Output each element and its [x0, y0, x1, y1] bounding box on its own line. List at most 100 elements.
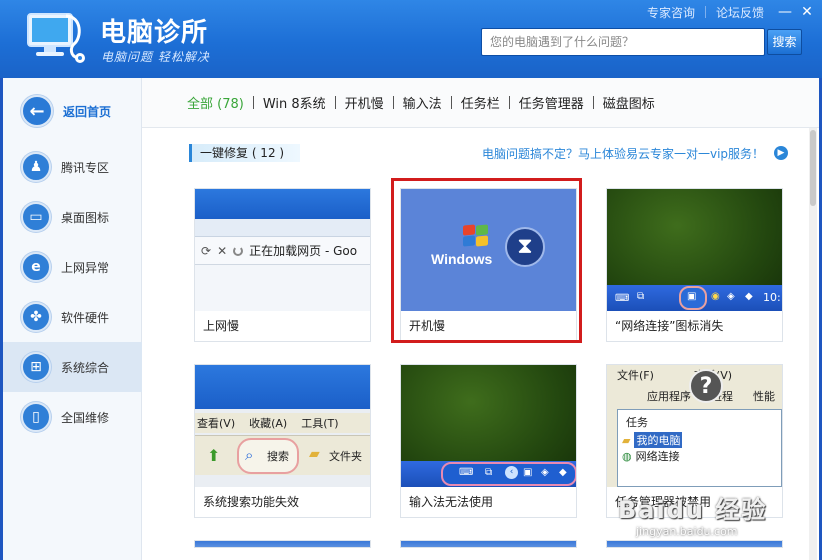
shield-icon: ◈: [541, 467, 549, 478]
tab-disk-icons[interactable]: 磁盘图标: [594, 93, 664, 112]
sidebar-item-home[interactable]: ← 返回首页: [3, 86, 142, 136]
up-folder-icon: ⬆: [207, 446, 221, 465]
category-tabs: 全部 (78) Win 8系统 开机慢 输入法 任务栏 任务管理器 磁盘图标: [142, 78, 819, 128]
fix-card-input-method[interactable]: ⌨ ⧉ ‹ ▣ ◈ ◆ 输入法无法使用: [400, 364, 577, 518]
sidebar-item-label: 腾讯专区: [61, 160, 110, 175]
search-label: 搜索: [267, 450, 289, 463]
card-thumbnail: ⌨ ⧉ ▣ ◉ ◈ ◆ 10:: [607, 189, 782, 311]
window-icon: ⧉: [485, 467, 493, 478]
taskbar: ⌨ ⧉ ▣ ◉ ◈ ◆ 10:: [607, 285, 782, 311]
tab-win8[interactable]: Win 8系统: [254, 93, 335, 112]
tab-taskbar[interactable]: 任务栏: [452, 93, 509, 112]
vertical-scrollbar[interactable]: [809, 128, 817, 560]
card-caption: 上网慢: [203, 319, 240, 333]
card-caption: 系统搜索功能失效: [203, 495, 300, 509]
card-thumbnail: 文件(F) 查看(V) 应用程序 进程 性能 任务 ▰ 我的电脑 ◍ 网络连接 …: [607, 365, 782, 487]
fix-card-task-manager[interactable]: 文件(F) 查看(V) 应用程序 进程 性能 任务 ▰ 我的电脑 ◍ 网络连接 …: [606, 364, 783, 518]
column-task: 任务: [626, 416, 648, 429]
puzzle-icon: ✤: [21, 302, 51, 332]
windows-icon: ⊞: [21, 352, 51, 382]
tab-input-method[interactable]: 输入法: [394, 93, 451, 112]
card-thumbnail: ⌨ ⧉ ‹ ▣ ◈ ◆: [401, 365, 576, 487]
sidebar-item-network[interactable]: e 上网异常: [3, 242, 142, 292]
keyboard-icon: ⌨: [459, 467, 474, 478]
refresh-icon: ⟳: [201, 243, 212, 258]
tab-slow-boot[interactable]: 开机慢: [336, 93, 393, 112]
search-input[interactable]: 您的电脑遇到了什么问题？: [481, 28, 765, 56]
top-links: 专家咨询 论坛反馈 — ✕: [637, 3, 818, 21]
card-caption: 开机慢: [409, 319, 446, 333]
app-subtitle: 电脑问题 轻松解决: [101, 50, 210, 64]
tab-all[interactable]: 全部 (78): [187, 93, 253, 112]
minimize-icon[interactable]: —: [774, 4, 796, 20]
loading-spinner-icon: [233, 245, 244, 256]
fix-card-slow-internet[interactable]: ⟳ ✕ 正在加载网页 - Goo 上网慢: [194, 188, 371, 342]
fix-card-slow-boot[interactable]: Windows ⧗ 开机慢: [400, 188, 577, 342]
menu-favorites: 收藏(A): [249, 417, 288, 430]
search-icon: ⌕: [245, 446, 254, 464]
sidebar-item-label: 全国维修: [61, 410, 110, 425]
card-thumbnail: Windows ⧗: [401, 189, 576, 311]
folders-label: 文件夹: [329, 450, 362, 463]
taskbar: ⌨ ⧉ ‹ ▣ ◈ ◆: [401, 461, 576, 487]
chevron-left-icon: ‹: [505, 466, 518, 479]
card-caption: 任务管理器被禁用: [615, 495, 712, 509]
sidebar-item-tencent[interactable]: ♟ 腾讯专区: [3, 142, 142, 192]
sidebar-item-system[interactable]: ⊞ 系统综合: [3, 342, 142, 392]
windows-logo-text: Windows: [431, 251, 493, 267]
forum-feedback-link[interactable]: 论坛反馈: [706, 4, 774, 21]
network-connection-icon: ▣: [687, 291, 697, 302]
computer-stethoscope-logo-icon: [27, 13, 85, 63]
search-button[interactable]: 搜索: [767, 29, 802, 55]
next-card-peek: [606, 540, 783, 548]
menu-view: 查看(V): [197, 417, 236, 430]
tab-task-manager[interactable]: 任务管理器: [510, 93, 593, 112]
loading-tab-text: 正在加载网页 - Goo: [249, 244, 358, 258]
folder-icon: ▰: [622, 433, 631, 447]
window-icon: ⧉: [637, 291, 645, 302]
shield-icon: ◆: [559, 467, 567, 478]
card-caption: “网络连接”图标消失: [615, 319, 724, 333]
card-caption: 输入法无法使用: [409, 495, 494, 509]
menu-file: 文件(F): [617, 369, 654, 382]
chevron-right-icon[interactable]: ▶: [774, 146, 788, 160]
sidebar-item-label: 上网异常: [61, 260, 110, 275]
sidebar-item-software-hardware[interactable]: ✤ 软件硬件: [3, 292, 142, 342]
vip-service-link[interactable]: 电脑问题搞不定？马上体验易云专家一对一vip服务！: [482, 145, 764, 162]
clock-text: 10:: [763, 291, 781, 304]
sidebar-item-label: 系统综合: [61, 360, 110, 375]
shield-icon: ◆: [745, 291, 753, 302]
sidebar-item-desktop-icons[interactable]: ▭ 桌面图标: [3, 192, 142, 242]
sidebar-item-label: 桌面图标: [61, 210, 110, 225]
app-title: 电脑诊所: [100, 18, 209, 48]
hourglass-icon: ⧗: [505, 227, 545, 267]
question-mark-icon: ?: [689, 369, 723, 403]
tab-applications: 应用程序: [647, 390, 691, 403]
close-icon[interactable]: ✕: [796, 4, 818, 20]
next-card-peek: [400, 540, 577, 548]
phone-icon: ▯: [21, 402, 51, 432]
fix-card-search-broken[interactable]: 查看(V) 收藏(A) 工具(T) ⬆ ⌕ 搜索 ▰ 文件夹 系统搜索功能失效: [194, 364, 371, 518]
monitor-icon: ▭: [21, 202, 51, 232]
card-thumbnail: 查看(V) 收藏(A) 工具(T) ⬆ ⌕ 搜索 ▰ 文件夹: [195, 365, 370, 487]
sidebar-item-label: 软件硬件: [61, 310, 110, 325]
expert-consult-link[interactable]: 专家咨询: [637, 4, 705, 21]
sidebar-item-repair[interactable]: ▯ 全国维修: [3, 392, 142, 442]
fix-card-network-icon[interactable]: ⌨ ⧉ ▣ ◉ ◈ ◆ 10: “网络连接”图标消失: [606, 188, 783, 342]
penguin-icon: ♟: [21, 152, 51, 182]
sidebar: ← 返回首页 ♟ 腾讯专区 ▭ 桌面图标 e 上网异常 ✤ 软件硬件 ⊞ 系统综…: [3, 78, 142, 560]
network-icon: ▣: [523, 467, 533, 478]
shield-icon: ◈: [727, 291, 735, 302]
tab-performance: 性能: [753, 390, 775, 403]
app-header: 电脑诊所 电脑问题 轻松解决 专家咨询 论坛反馈 — ✕ 您的电脑遇到了什么问题…: [0, 0, 822, 78]
network-icon: ◍: [622, 449, 632, 463]
task-network-connections: 网络连接: [635, 450, 680, 463]
section-title: 一键修复 ( 12 ): [189, 144, 300, 162]
stop-icon: ✕: [217, 243, 228, 258]
back-arrow-icon: ←: [21, 95, 53, 127]
sidebar-item-label: 返回首页: [63, 104, 112, 119]
scrollbar-thumb[interactable]: [810, 130, 816, 206]
windows-flag-icon: [463, 224, 489, 247]
card-thumbnail: ⟳ ✕ 正在加载网页 - Goo: [195, 189, 370, 311]
tray-icon: ◉: [711, 291, 720, 302]
